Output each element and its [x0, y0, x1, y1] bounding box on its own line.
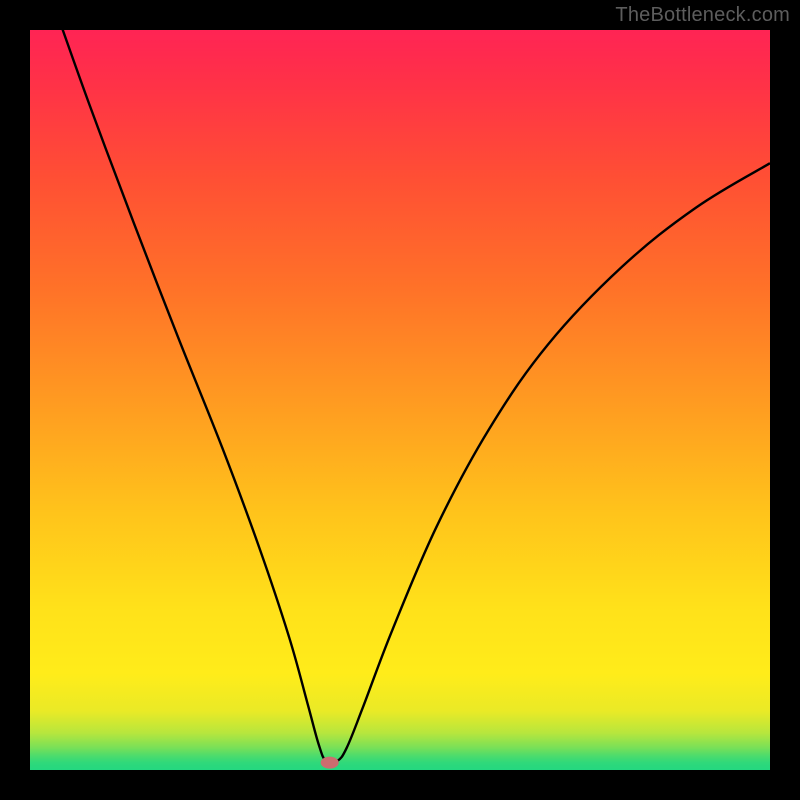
minimum-marker [321, 757, 339, 769]
plot-area [30, 30, 770, 770]
chart-frame: TheBottleneck.com [0, 0, 800, 800]
chart-background-gradient [30, 30, 770, 770]
watermark-label: TheBottleneck.com [615, 4, 790, 27]
chart-svg [30, 30, 770, 770]
